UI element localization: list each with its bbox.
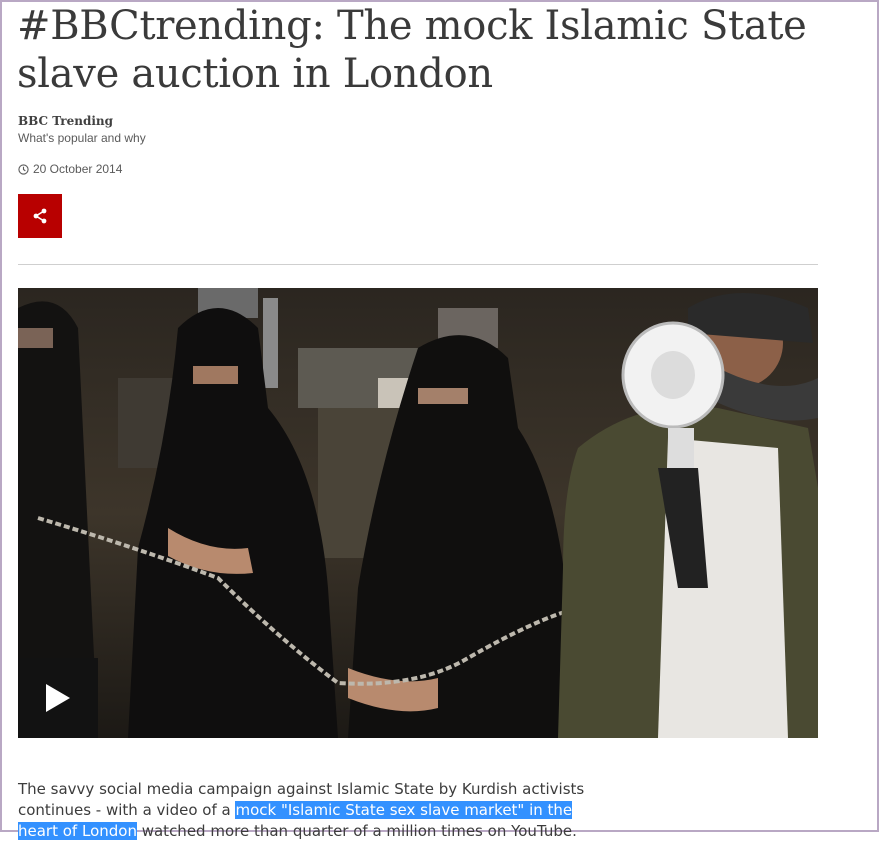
publish-date: 20 October 2014 [18,162,122,176]
publish-date-text: 20 October 2014 [33,162,123,176]
video-player[interactable] [18,288,818,738]
summary-text-after: watched more than quarter of a million t… [136,822,577,840]
play-button[interactable] [18,658,98,738]
article-summary: The savvy social media campaign against … [18,779,598,842]
video-thumbnail [18,288,818,738]
clock-icon [18,163,29,175]
article-headline: #BBCtrending: The mock Islamic State sla… [17,3,807,97]
author-description: What's popular and why [18,131,146,145]
play-icon [46,684,70,712]
share-icon [33,208,47,224]
share-button[interactable] [18,194,62,238]
author-name[interactable]: BBC Trending [18,114,113,128]
divider [18,264,818,265]
